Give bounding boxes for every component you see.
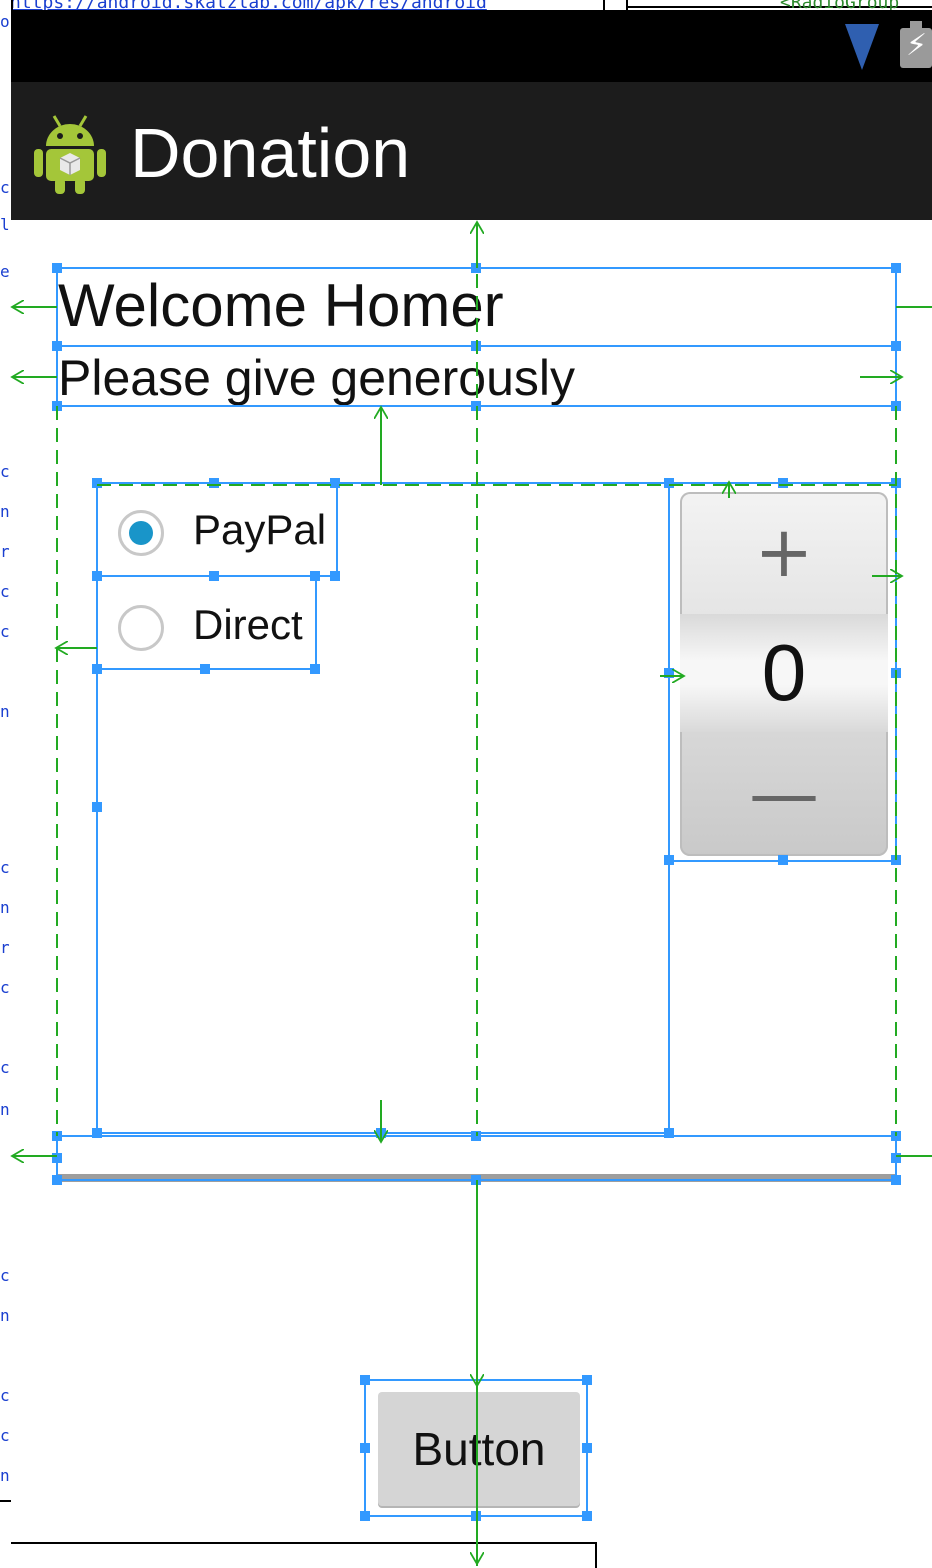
constraint-arrows [12,222,932,1566]
dashed-guides [56,230,897,1136]
layout-guides-overlay [0,0,932,1566]
